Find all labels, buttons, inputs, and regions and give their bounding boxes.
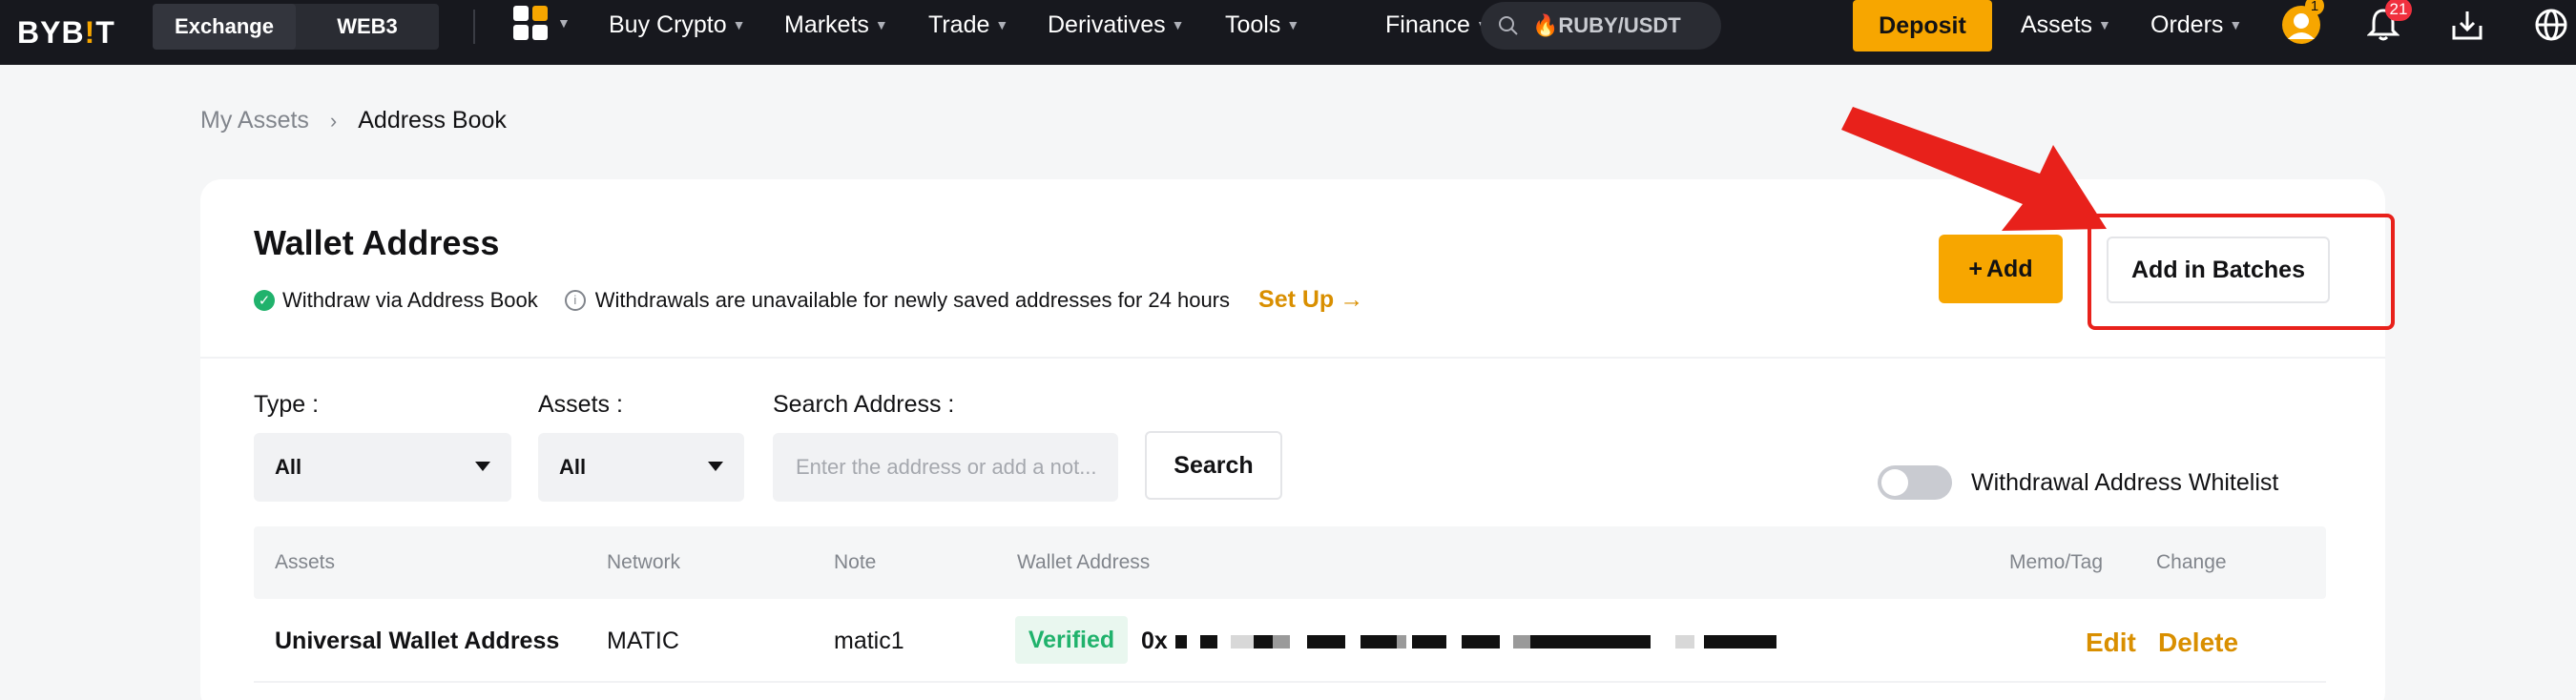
nav-label: Tools: [1225, 10, 1281, 38]
type-label: Type :: [254, 391, 320, 418]
nav-search[interactable]: 🔥RUBY/USDT: [1481, 2, 1721, 50]
assets-select-value: All: [559, 455, 587, 479]
globe-icon: [2535, 9, 2567, 41]
chevron-down-icon: ▼: [2229, 17, 2243, 32]
download-icon: [2452, 11, 2483, 40]
assets-select[interactable]: All: [538, 433, 744, 502]
set-up-label: Set Up: [1258, 286, 1335, 313]
nav-divider: [473, 10, 475, 44]
nav-trade[interactable]: Trade ▼: [928, 0, 1008, 50]
th-network: Network: [607, 551, 681, 573]
verified-badge: Verified: [1015, 616, 1128, 664]
search-address-label: Search Address :: [773, 391, 955, 418]
whitelist-toggle[interactable]: [1878, 465, 1952, 500]
info-row: ✓ Withdraw via Address Book i Withdrawal…: [254, 286, 1363, 314]
type-select[interactable]: All: [254, 433, 511, 502]
search-hot-text: 🔥RUBY/USDT: [1532, 13, 1681, 37]
nav-label: Markets: [784, 10, 869, 38]
arrow-right-icon: →: [1340, 286, 1364, 313]
whitelist-label: Withdrawal Address Whitelist: [1971, 469, 2279, 496]
edit-link[interactable]: Edit: [2086, 628, 2136, 658]
breadcrumb: My Assets › Address Book: [200, 107, 507, 134]
info-icon: i: [564, 289, 586, 311]
table-header: Assets Network Note Wallet Address Memo/…: [254, 526, 2326, 599]
cell-asset: Universal Wallet Address: [275, 628, 560, 654]
download-button[interactable]: [2446, 4, 2488, 46]
apps-menu[interactable]: ▼: [513, 6, 571, 40]
chevron-down-icon: ▼: [557, 15, 571, 31]
withdrawal-note-text: Withdrawals are unavailable for newly sa…: [594, 287, 1231, 312]
avatar-badge: 1: [2305, 0, 2324, 15]
logo-text-mid: !: [84, 14, 96, 50]
th-change: Change: [2156, 551, 2227, 573]
chevron-right-icon: ›: [329, 108, 338, 133]
th-wallet-address: Wallet Address: [1017, 551, 1151, 573]
switch-web3[interactable]: WEB3: [296, 4, 439, 50]
chevron-down-icon: ▼: [995, 17, 1009, 32]
chevron-down-icon: ▼: [2098, 17, 2111, 32]
th-assets: Assets: [275, 551, 336, 573]
top-navbar: BYB! T Exchange WEB3 ▼ Buy Crypto ▼ Market…: [0, 0, 2576, 65]
logo-text-left: BYB: [17, 14, 85, 50]
check-circle-icon: ✓: [254, 289, 275, 311]
th-note: Note: [834, 551, 877, 573]
bybit-logo[interactable]: BYB! T: [17, 11, 115, 53]
search-icon: [1499, 16, 1518, 35]
nav-tools[interactable]: Tools ▼: [1225, 0, 1299, 50]
nav-label: Buy Crypto: [609, 10, 727, 38]
delete-link[interactable]: Delete: [2158, 628, 2238, 658]
cell-address-prefix: 0x: [1141, 628, 1168, 654]
page-title: Wallet Address: [254, 223, 500, 262]
cell-note: matic1: [834, 628, 904, 654]
chevron-down-icon: ▼: [1171, 17, 1185, 32]
nav-orders[interactable]: Orders ▼: [2150, 0, 2242, 50]
nav-label: Derivatives: [1048, 10, 1166, 38]
breadcrumb-my-assets[interactable]: My Assets: [200, 107, 309, 134]
th-memo-tag: Memo/Tag: [2009, 551, 2104, 573]
red-arrow-annotation: [1841, 107, 2107, 231]
toggle-knob: [1881, 469, 1908, 496]
notification-button[interactable]: 21: [2362, 0, 2412, 46]
deposit-button[interactable]: Deposit: [1853, 0, 1992, 51]
nav-label: Orders: [2150, 10, 2224, 38]
logo-text-right: T: [95, 14, 115, 50]
language-button[interactable]: [2530, 4, 2572, 46]
set-up-link[interactable]: Set Up →: [1258, 286, 1363, 314]
apps-grid-icon: [513, 6, 548, 40]
exchange-web3-switch: Exchange WEB3: [153, 4, 439, 50]
nav-assets[interactable]: Assets ▼: [2021, 0, 2111, 50]
chevron-down-icon: ▼: [874, 17, 888, 32]
type-select-value: All: [275, 455, 302, 479]
search-button[interactable]: Search: [1145, 431, 1282, 500]
nav-markets[interactable]: Markets ▼: [784, 0, 888, 50]
cell-network: MATIC: [607, 628, 679, 654]
nav-finance[interactable]: Finance▼: [1385, 0, 1489, 50]
caret-down-icon: [475, 462, 490, 471]
nav-label: Assets: [2021, 10, 2093, 38]
nav-label: Finance: [1385, 10, 1470, 38]
highlight-box: [2088, 214, 2395, 330]
assets-label: Assets :: [538, 391, 623, 418]
withdraw-via-address-book-text: Withdraw via Address Book: [282, 287, 538, 312]
nav-buy-crypto[interactable]: Buy Crypto ▼: [609, 0, 746, 50]
nav-label: Trade: [928, 10, 990, 38]
switch-exchange[interactable]: Exchange: [153, 4, 296, 50]
avatar[interactable]: 1: [2280, 0, 2324, 46]
search-address-input[interactable]: [773, 433, 1118, 502]
nav-derivatives[interactable]: Derivatives ▼: [1048, 0, 1185, 50]
table-row: Universal Wallet Address MATIC matic1 Ve…: [254, 599, 2326, 683]
add-label: Add: [1986, 255, 2033, 282]
chevron-down-icon: ▼: [1286, 17, 1300, 32]
notification-badge: 21: [2385, 0, 2412, 21]
caret-down-icon: [708, 462, 723, 471]
breadcrumb-current: Address Book: [358, 107, 507, 134]
chevron-down-icon: ▼: [732, 17, 746, 32]
plus-icon: +: [1968, 255, 1983, 282]
